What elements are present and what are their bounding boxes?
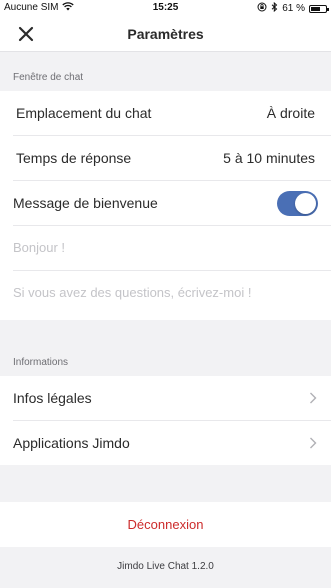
welcome-message-toggle[interactable] (277, 191, 318, 216)
greeting-field[interactable]: Bonjour ! (0, 226, 331, 271)
chat-location-value: À droite (266, 105, 315, 121)
page-title: Paramètres (127, 26, 204, 42)
chat-window-group: Emplacement du chat À droite Temps de ré… (0, 91, 331, 320)
chat-location-label: Emplacement du chat (16, 105, 152, 121)
chevron-right-icon (310, 392, 317, 404)
jimdo-apps-label: Applications Jimdo (13, 435, 130, 451)
chat-location-row[interactable]: Emplacement du chat À droite (0, 91, 331, 136)
legal-info-label: Infos légales (13, 390, 92, 406)
jimdo-apps-row[interactable]: Applications Jimdo (0, 421, 331, 466)
nav-bar: Paramètres (0, 16, 331, 52)
response-time-value: 5 à 10 minutes (223, 150, 315, 166)
greeting-placeholder: Bonjour ! (13, 240, 66, 255)
welcome-text-placeholder: Si vous avez des questions, écrivez-moi … (13, 285, 252, 300)
battery-percent: 61 % (282, 3, 305, 14)
toggle-knob (295, 193, 316, 214)
welcome-message-row: Message de bienvenue (0, 181, 331, 226)
battery-icon (309, 4, 329, 13)
welcome-text-field[interactable]: Si vous avez des questions, écrivez-moi … (0, 271, 331, 316)
chevron-right-icon (310, 437, 317, 449)
bluetooth-icon (271, 1, 278, 15)
logout-label: Déconnexion (127, 517, 204, 532)
response-time-row[interactable]: Temps de réponse 5 à 10 minutes (0, 136, 331, 181)
logout-button[interactable]: Déconnexion (0, 502, 331, 547)
rotation-lock-icon (257, 2, 267, 15)
section-title-chat-window: Fenêtre de chat (13, 72, 84, 83)
response-time-label: Temps de réponse (16, 150, 132, 166)
information-group: Infos légales Applications Jimdo (0, 376, 331, 465)
legal-info-row[interactable]: Infos légales (0, 376, 331, 421)
section-title-information: Informations (13, 357, 69, 368)
status-bar: Aucune SIM 15:25 61 % (0, 0, 331, 16)
app-version: Jimdo Live Chat 1.2.0 (117, 561, 214, 572)
welcome-message-label: Message de bienvenue (13, 195, 158, 211)
